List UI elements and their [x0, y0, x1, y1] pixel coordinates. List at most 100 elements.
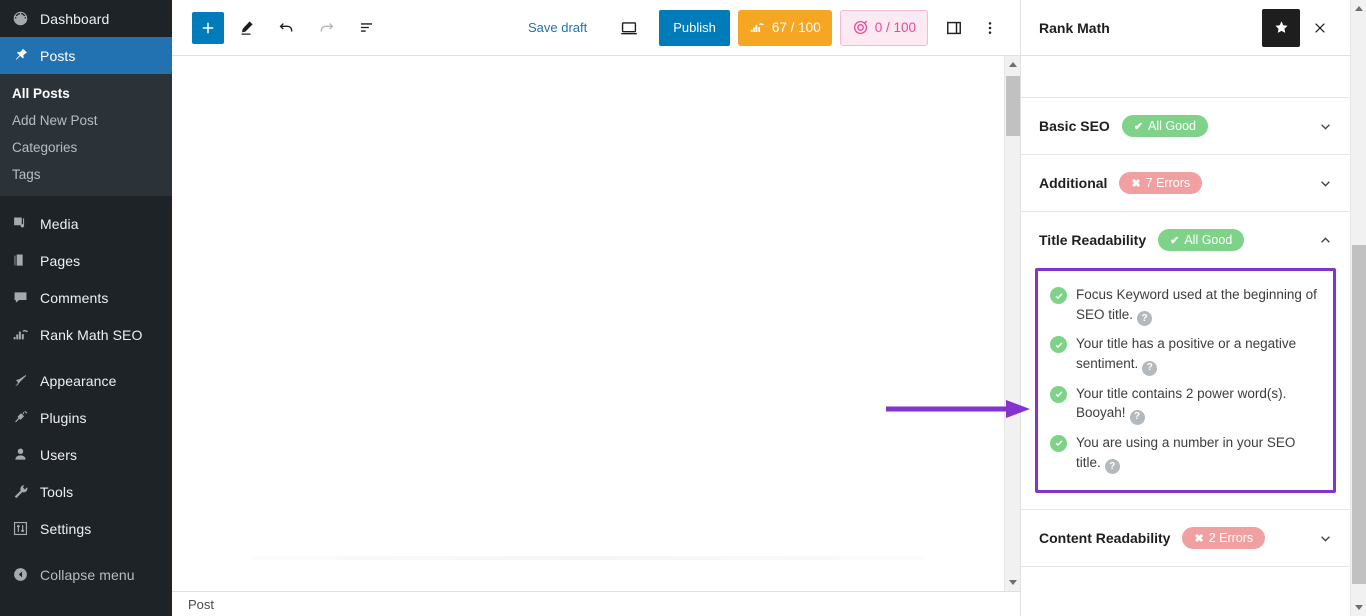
sidebar-item-appearance[interactable]: Appearance: [0, 362, 172, 399]
plus-icon: [202, 22, 214, 33]
editor-vertical-scrollbar[interactable]: [1004, 56, 1020, 591]
breadcrumb[interactable]: Post: [188, 597, 214, 612]
section-title: Basic SEO: [1039, 118, 1110, 134]
redo-button[interactable]: [308, 10, 344, 46]
cross-mark-icon: ✖: [1131, 177, 1141, 190]
section-title: Additional: [1039, 175, 1108, 191]
chevron-down-icon[interactable]: [1317, 175, 1334, 192]
users-icon: [12, 446, 38, 463]
sidebar-item-rank-math-seo[interactable]: Rank Math SEO: [0, 316, 172, 353]
rank-math-icon: [12, 326, 38, 343]
editor-scrollbar-thumb[interactable]: [1006, 76, 1020, 136]
sidebar-item-dashboard[interactable]: Dashboard: [0, 0, 172, 37]
more-options-button[interactable]: [972, 10, 1008, 46]
preview-button[interactable]: [611, 10, 647, 46]
editor-body: [172, 56, 1020, 591]
dashboard-icon: [12, 10, 38, 27]
section-additional-header[interactable]: Additional ✖ 7 Errors: [1021, 155, 1350, 211]
sidebar-item-label: Plugins: [40, 409, 87, 426]
publish-button[interactable]: Publish: [659, 9, 730, 46]
sidebar-item-label: Appearance: [40, 372, 117, 389]
sidebar-item-comments[interactable]: Comments: [0, 279, 172, 316]
submenu-item-tags[interactable]: Tags: [0, 161, 172, 188]
wordpress-block-editor: Dashboard Posts All Posts Add New Post C…: [0, 0, 1366, 616]
content-ai-score-badge[interactable]: 0 / 100: [839, 9, 928, 46]
seo-score-badge[interactable]: 67 / 100: [737, 9, 832, 46]
section-title-readability-header[interactable]: Title Readability ✔ All Good: [1021, 212, 1350, 268]
editor-column: Save draft Publish 67 / 100 0 / 100 Post: [172, 0, 1020, 616]
sidebar-panel-icon: [947, 21, 961, 34]
toggle-settings-sidebar-button[interactable]: [936, 10, 972, 46]
status-badge: ✖ 2 Errors: [1182, 527, 1266, 550]
post-content-canvas[interactable]: [172, 56, 1004, 591]
list-item: Focus Keyword used at the beginning of S…: [1050, 281, 1321, 330]
add-block-button[interactable]: [192, 11, 224, 44]
panel-tabs-row: [1021, 56, 1350, 98]
sidebar-item-users[interactable]: Users: [0, 436, 172, 473]
help-icon[interactable]: ?: [1142, 360, 1158, 376]
pin-icon: [12, 47, 38, 64]
help-icon[interactable]: ?: [1129, 409, 1145, 425]
status-badge: ✔ All Good: [1121, 115, 1208, 137]
list-item: Your title contains 2 power word(s). Boo…: [1050, 380, 1321, 429]
list-view-icon: [360, 23, 372, 32]
sidebar-item-label: Posts: [40, 47, 76, 64]
section-basic-seo-header[interactable]: Basic SEO ✔ All Good: [1021, 98, 1350, 154]
sidebar-item-media[interactable]: Media: [0, 205, 172, 242]
title-readability-checklist-wrap: Focus Keyword used at the beginning of S…: [1021, 268, 1350, 509]
status-label: 2 Errors: [1208, 531, 1254, 546]
edit-mode-button[interactable]: [228, 10, 264, 46]
cross-mark-icon: ✖: [1194, 532, 1204, 545]
document-overview-button[interactable]: [348, 10, 384, 46]
check-circle-icon: [1050, 287, 1067, 304]
undo-button[interactable]: [268, 10, 304, 46]
submenu-item-categories[interactable]: Categories: [0, 134, 172, 161]
rank-math-scroll-area: Rank Math Basic SEO ✔ All Good Additiona…: [1021, 0, 1366, 616]
chevron-down-icon[interactable]: [1317, 530, 1334, 547]
panel-scrollbar-thumb[interactable]: [1352, 245, 1366, 584]
sidebar-item-label: Collapse menu: [40, 566, 135, 583]
section-title: Content Readability: [1039, 530, 1171, 547]
content-ai-icon: [853, 20, 867, 35]
appearance-brush-icon: [12, 372, 38, 389]
sidebar-item-label: Rank Math SEO: [40, 326, 143, 343]
pages-icon: [12, 252, 38, 269]
rank-math-panel-header: Rank Math: [1021, 0, 1350, 56]
check-circle-icon: [1050, 434, 1067, 452]
chevron-down-icon[interactable]: [1317, 118, 1334, 135]
seo-score-value: 67 / 100: [771, 20, 821, 35]
help-icon[interactable]: ?: [1137, 311, 1153, 327]
submenu-item-add-new-post[interactable]: Add New Post: [0, 107, 172, 134]
status-label: All Good: [1148, 119, 1196, 133]
posts-submenu: All Posts Add New Post Categories Tags: [0, 74, 172, 196]
chevron-up-icon[interactable]: [1317, 232, 1334, 249]
panel-title: Rank Math: [1039, 19, 1110, 36]
scroll-down-arrow-icon[interactable]: [1351, 599, 1366, 616]
sidebar-item-tools[interactable]: Tools: [0, 473, 172, 510]
submenu-item-all-posts[interactable]: All Posts: [0, 80, 172, 107]
sidebar-item-label: Tools: [40, 483, 74, 500]
section-title: Title Readability: [1039, 232, 1147, 248]
scroll-down-arrow-icon[interactable]: [1005, 574, 1021, 591]
sidebar-item-settings[interactable]: Settings: [0, 510, 172, 547]
list-item: You are using a number in your SEO title…: [1050, 429, 1321, 478]
sidebar-item-posts[interactable]: Posts: [0, 37, 172, 74]
list-item: Your title has a positive or a negative …: [1050, 330, 1321, 379]
sidebar-item-pages[interactable]: Pages: [0, 242, 172, 279]
vertical-dots-icon: [988, 21, 992, 34]
check-mark-icon: ✔: [1170, 234, 1180, 247]
scroll-up-arrow-icon[interactable]: [1351, 0, 1366, 17]
wp-admin-sidebar: Dashboard Posts All Posts Add New Post C…: [0, 0, 172, 616]
sidebar-item-label: Settings: [40, 520, 92, 537]
scroll-up-arrow-icon[interactable]: [1005, 56, 1021, 73]
close-panel-button[interactable]: [1302, 10, 1338, 46]
section-content-readability-header[interactable]: Content Readability ✖ 2 Errors: [1021, 510, 1350, 566]
help-icon[interactable]: ?: [1104, 459, 1120, 475]
pencil-icon: [241, 20, 253, 35]
save-draft-button[interactable]: Save draft: [518, 14, 597, 41]
sidebar-item-plugins[interactable]: Plugins: [0, 399, 172, 436]
sidebar-item-collapse-menu[interactable]: Collapse menu: [0, 556, 172, 593]
pin-panel-star-button[interactable]: [1262, 8, 1300, 47]
status-badge: ✔ All Good: [1158, 229, 1245, 251]
panel-vertical-scrollbar[interactable]: [1350, 0, 1366, 616]
